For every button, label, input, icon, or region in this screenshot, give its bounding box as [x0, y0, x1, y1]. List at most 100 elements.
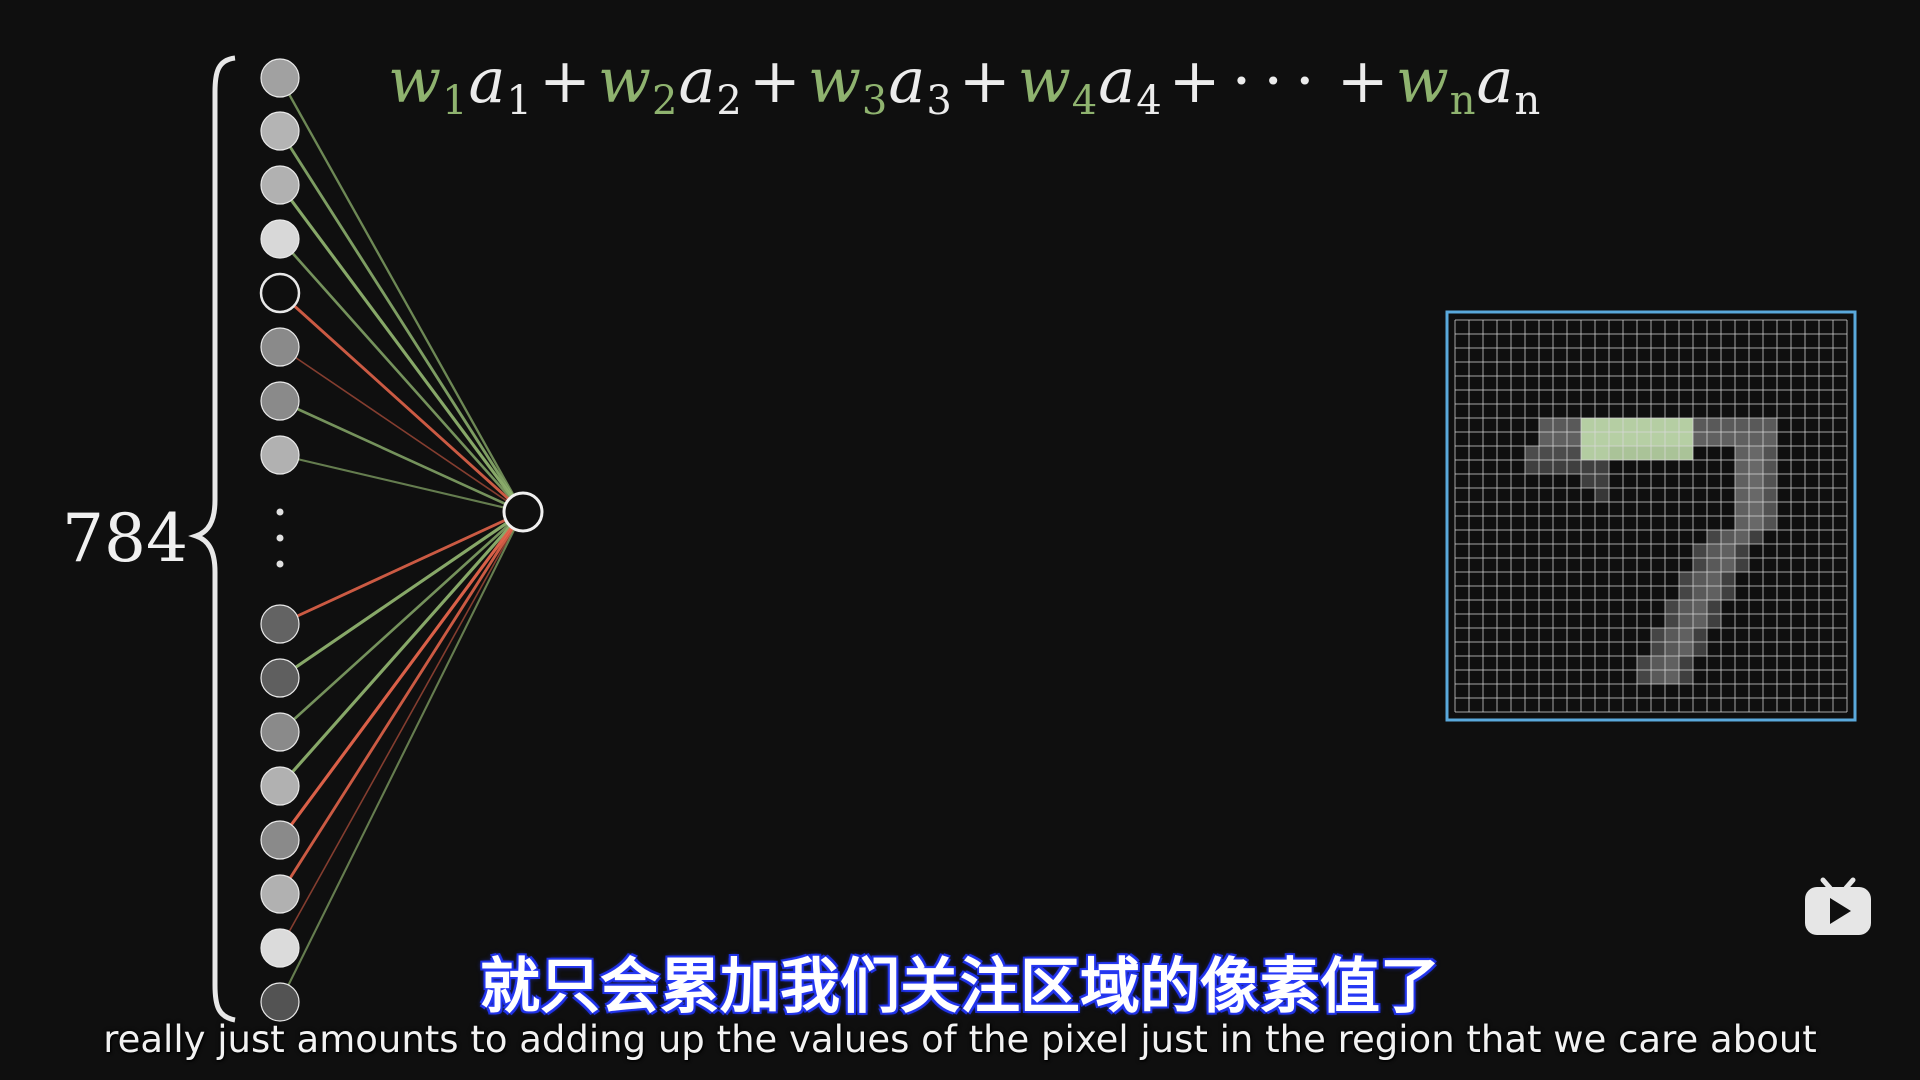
input-neuron — [260, 658, 300, 698]
digit-pixel — [1763, 446, 1777, 460]
digit-pixel — [1665, 614, 1679, 628]
digit-pixel — [1679, 628, 1693, 642]
formula-dots: ··· — [1231, 44, 1327, 117]
input-neuron — [260, 381, 300, 421]
digit-pixel — [1679, 600, 1693, 614]
network-diagram — [188, 55, 1857, 1023]
digit-pixel — [1637, 656, 1651, 670]
digit-pixel — [1721, 558, 1735, 572]
digit-pixel — [1595, 460, 1609, 474]
input-neuron — [260, 165, 300, 205]
digit-pixel — [1763, 432, 1777, 446]
digit-pixel — [1735, 530, 1749, 544]
digit-pixel — [1693, 600, 1707, 614]
input-neuron — [260, 219, 300, 259]
digit-pixel — [1595, 488, 1609, 502]
digit-pixel — [1693, 432, 1707, 446]
digit-pixel — [1693, 642, 1707, 656]
digit-pixel — [1679, 656, 1693, 670]
digit-pixel — [1679, 642, 1693, 656]
digit-pixel — [1693, 558, 1707, 572]
weight-edge — [278, 130, 525, 513]
neuron-count-label: 784 — [62, 500, 188, 577]
digit-pixel — [1735, 502, 1749, 516]
bilibili-tv-play-icon[interactable] — [1803, 876, 1873, 938]
digit-pixel — [1749, 488, 1763, 502]
digit-pixel — [1553, 418, 1567, 432]
weight-edge — [279, 511, 524, 949]
digit-pixel — [1721, 586, 1735, 600]
digit-pixel — [1679, 614, 1693, 628]
digit-pixel — [1735, 446, 1749, 460]
digit-pixel — [1651, 670, 1665, 684]
digit-pixel — [1637, 670, 1651, 684]
digit-pixel — [1651, 656, 1665, 670]
digit-pixel — [1693, 586, 1707, 600]
digit-pixel — [1749, 474, 1763, 488]
weight-edge — [278, 77, 525, 513]
digit-pixel — [1735, 558, 1749, 572]
input-neuron — [260, 874, 300, 914]
subtitle-chinese: 就只会累加我们关注区域的像素值了 — [480, 952, 1440, 1022]
input-neuron — [260, 435, 300, 475]
digit-pixel — [1553, 432, 1567, 446]
digit-pixel — [1595, 474, 1609, 488]
weight-edges — [278, 77, 525, 1003]
digit-pixel — [1567, 432, 1581, 446]
layer-ellipsis — [276, 508, 284, 568]
digit-pixel — [1763, 418, 1777, 432]
digit-pixel — [1763, 460, 1777, 474]
digit-pixel-grid — [1445, 310, 1857, 722]
input-neuron — [260, 111, 300, 151]
digit-pixel — [1693, 614, 1707, 628]
digit-pixel — [1763, 474, 1777, 488]
digit-pixel — [1679, 670, 1693, 684]
weight-edge — [278, 511, 525, 841]
digit-pixel — [1707, 600, 1721, 614]
digit-pixel — [1721, 544, 1735, 558]
digit-pixel — [1707, 432, 1721, 446]
digit-pixel — [1567, 446, 1581, 460]
term-4: w4a4 — [1017, 44, 1163, 124]
digit-pixel — [1693, 628, 1707, 642]
digit-pixel — [1721, 572, 1735, 586]
subtitle-english: really just amounts to adding up the val… — [103, 1018, 1817, 1061]
digit-pixel — [1679, 586, 1693, 600]
digit-pixel — [1553, 446, 1567, 460]
digit-pixel — [1735, 516, 1749, 530]
digit-pixel — [1665, 642, 1679, 656]
digit-pixel — [1539, 460, 1553, 474]
digit-pixel — [1665, 628, 1679, 642]
digit-pixel — [1679, 572, 1693, 586]
layer-brace — [188, 55, 236, 1023]
input-neuron — [260, 766, 300, 806]
digit-pixel — [1539, 446, 1553, 460]
digit-pixel — [1665, 600, 1679, 614]
digit-pixel — [1567, 460, 1581, 474]
digit-pixel — [1539, 418, 1553, 432]
digit-pixel — [1665, 670, 1679, 684]
digit-pixel — [1651, 642, 1665, 656]
digit-pixel — [1707, 558, 1721, 572]
digit-pixel — [1581, 460, 1595, 474]
term-3: w3a3 — [807, 44, 953, 124]
digit-pixel — [1707, 586, 1721, 600]
input-neuron — [260, 820, 300, 860]
digit-pixel — [1525, 446, 1539, 460]
digit-pixel — [1693, 418, 1707, 432]
digit-pixel — [1749, 502, 1763, 516]
digit-pixel — [1707, 572, 1721, 586]
weight-edge — [279, 291, 524, 514]
weight-edge — [279, 346, 524, 513]
digit-pixel — [1693, 572, 1707, 586]
digit-pixel — [1721, 530, 1735, 544]
input-neuron — [260, 712, 300, 752]
weight-edge — [279, 510, 524, 680]
digit-pixel — [1749, 460, 1763, 474]
digit-pixel — [1553, 460, 1567, 474]
digit-pixel — [1721, 418, 1735, 432]
digit-pixel — [1707, 544, 1721, 558]
output-neuron — [502, 491, 544, 533]
digit-pixel — [1735, 544, 1749, 558]
digit-pixel — [1567, 418, 1581, 432]
